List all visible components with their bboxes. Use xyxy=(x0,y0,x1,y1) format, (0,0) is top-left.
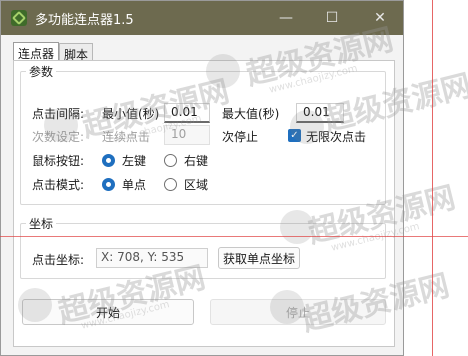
click-coord-display: X: 708, Y: 535 xyxy=(96,248,208,268)
infinite-click-label[interactable]: 无限次点击 xyxy=(306,128,366,145)
min-interval-input[interactable]: 0.01 xyxy=(164,103,210,123)
maximize-button[interactable]: ☐ xyxy=(309,1,355,35)
area-radio[interactable] xyxy=(164,178,177,191)
single-point-radio[interactable] xyxy=(102,178,115,191)
click-coord-label: 点击坐标: xyxy=(32,253,85,267)
click-mode-label: 点击模式: xyxy=(32,178,85,192)
guide-line-horizontal xyxy=(0,236,468,237)
get-coord-button[interactable]: 获取单点坐标 xyxy=(218,247,300,269)
app-window: 多功能连点器1.5 — ☐ ✕ 连点器 脚本 参数 点击间隔: 最小值(秒) 0… xyxy=(0,0,404,356)
left-button-label[interactable]: 左键 xyxy=(122,152,146,169)
mouse-button-label: 鼠标按钮: xyxy=(32,154,85,168)
min-interval-label: 最小值(秒) xyxy=(102,107,160,121)
click-count-input[interactable]: 10 xyxy=(164,125,210,145)
infinite-click-checkbox[interactable]: ✓ xyxy=(288,129,301,142)
stop-after-label: 次停止 xyxy=(222,130,259,144)
right-button-radio[interactable] xyxy=(164,154,177,167)
coords-group-title: 坐标 xyxy=(26,215,57,232)
interval-label: 点击间隔: xyxy=(32,107,85,121)
left-button-radio[interactable] xyxy=(102,154,115,167)
single-point-label[interactable]: 单点 xyxy=(122,176,146,193)
app-logo-icon xyxy=(11,10,27,26)
start-button[interactable]: 开始 xyxy=(22,299,194,325)
minimize-button[interactable]: — xyxy=(263,1,309,35)
right-button-label[interactable]: 右键 xyxy=(184,152,208,169)
window-title: 多功能连点器1.5 xyxy=(35,12,134,28)
area-label[interactable]: 区域 xyxy=(184,176,208,193)
count-label: 次数设定: xyxy=(32,130,85,144)
continuous-click-label: 连续点击 xyxy=(102,130,151,144)
params-group-title: 参数 xyxy=(26,63,57,80)
tab-panel: 参数 点击间隔: 最小值(秒) 0.01 最大值(秒) 0.01 次数设定: 连… xyxy=(13,60,395,347)
max-interval-label: 最大值(秒) xyxy=(222,107,280,121)
close-button[interactable]: ✕ xyxy=(357,1,403,35)
stop-button[interactable]: 停止 xyxy=(210,299,386,325)
guide-line-vertical xyxy=(432,0,433,356)
title-bar[interactable]: 多功能连点器1.5 — ☐ ✕ xyxy=(1,1,403,35)
max-interval-input[interactable]: 0.01 xyxy=(296,103,344,123)
